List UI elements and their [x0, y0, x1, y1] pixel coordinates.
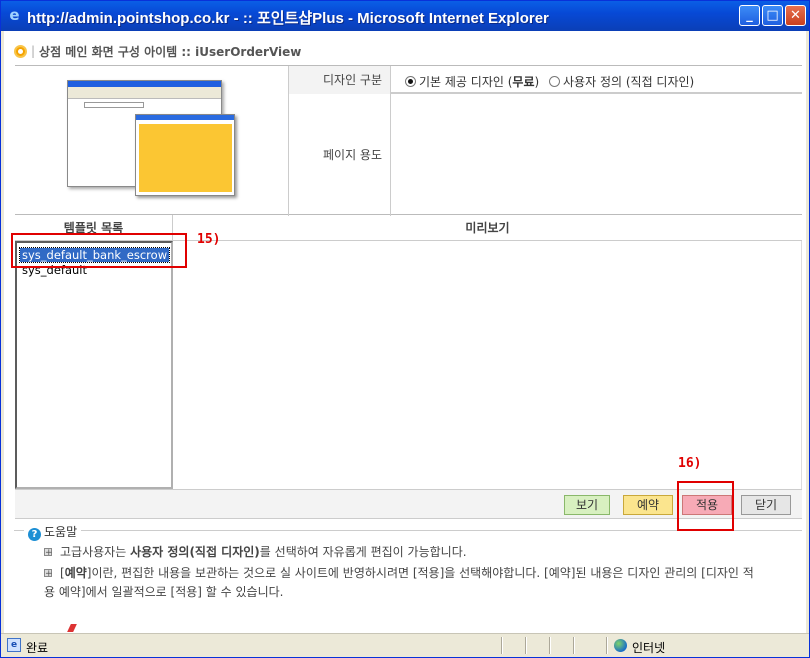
status-bar: e 완료 인터넷 — [1, 633, 809, 657]
bullet-plus-icon — [44, 565, 53, 584]
design-settings-panel: 디자인 구분 기본 제공 디자인 (무료) 사용자 정의 (직접 디자인) 페이… — [15, 65, 802, 216]
minimize-button[interactable]: _ — [739, 5, 760, 26]
radio-unselected-icon[interactable] — [549, 76, 561, 87]
header-separator: | — [31, 44, 36, 58]
bullet-plus-icon — [44, 544, 53, 563]
reserve-button[interactable]: 예약 — [623, 495, 673, 515]
page-purpose-row: 페이지 용도 — [289, 94, 802, 216]
window-title: http://admin.pointshop.co.kr - :: 포인트샵Pl… — [27, 10, 549, 27]
radio-selected-icon[interactable] — [405, 76, 416, 87]
design-type-label: 디자인 구분 — [289, 66, 391, 94]
internet-globe-icon — [614, 639, 627, 652]
annotation-box-16 — [677, 481, 734, 531]
footer-logo-mark — [67, 624, 77, 632]
internet-explorer-icon: e — [9, 6, 20, 24]
template-listbox[interactable]: sys_default_bank_escrow sys_default — [15, 241, 173, 489]
preview-header: 미리보기 — [465, 221, 510, 235]
help-section: ?도움말 고급사용자는 사용자 정의(직접 디자인)를 선택하여 자유롭게 편집… — [14, 523, 802, 630]
title-bar: e http://admin.pointshop.co.kr - :: 포인트샵… — [1, 1, 809, 31]
page-title: 상점 메인 화면 구성 아이템 :: iUserOrderView — [39, 45, 302, 59]
page-content: | 상점 메인 화면 구성 아이템 :: iUserOrderView 디자인 구… — [4, 31, 806, 633]
thumbnail-popup-image — [135, 114, 235, 196]
design-option-default[interactable]: 기본 제공 디자인 (무료) — [405, 75, 539, 89]
status-text: 완료 — [26, 641, 49, 655]
design-thumbnail — [15, 66, 289, 216]
close-window-button[interactable]: ✕ — [785, 5, 806, 26]
annotation-label-16: 16) — [678, 456, 702, 471]
status-divider — [573, 637, 574, 654]
status-divider — [606, 637, 607, 654]
view-button[interactable]: 보기 — [564, 495, 610, 515]
design-type-options: 기본 제공 디자인 (무료) 사용자 정의 (직접 디자인) — [405, 73, 700, 90]
page-done-icon: e — [7, 638, 21, 652]
annotation-box-15 — [11, 233, 187, 268]
design-option-custom[interactable]: 사용자 정의 (직접 디자인) — [549, 75, 694, 89]
footer-strip — [4, 624, 806, 633]
help-line: 고급사용자는 사용자 정의(직접 디자인)를 선택하여 자유롭게 편집이 가능합… — [44, 543, 467, 563]
browser-window: e http://admin.pointshop.co.kr - :: 포인트샵… — [0, 0, 810, 658]
status-divider — [549, 637, 550, 654]
security-zone-text: 인터넷 — [632, 641, 666, 655]
annotation-label-15: 15) — [197, 232, 221, 247]
maximize-button[interactable]: □ — [762, 5, 783, 26]
question-icon: ? — [28, 528, 41, 541]
help-line: [예약]이란, 편집한 내용을 보관하는 것으로 실 사이트에 반영하시려면 [… — [44, 564, 764, 602]
status-divider — [501, 637, 502, 654]
close-button[interactable]: 닫기 — [741, 495, 791, 515]
design-type-row: 디자인 구분 기본 제공 디자인 (무료) 사용자 정의 (직접 디자인) — [289, 66, 802, 94]
status-divider — [525, 637, 526, 654]
help-title: ? 도움말 — [24, 523, 82, 541]
bullet-circle-icon — [14, 45, 27, 58]
page-header: | 상점 메인 화면 구성 아이템 :: iUserOrderView — [14, 43, 301, 61]
preview-area — [173, 241, 802, 489]
page-purpose-label: 페이지 용도 — [289, 94, 391, 216]
